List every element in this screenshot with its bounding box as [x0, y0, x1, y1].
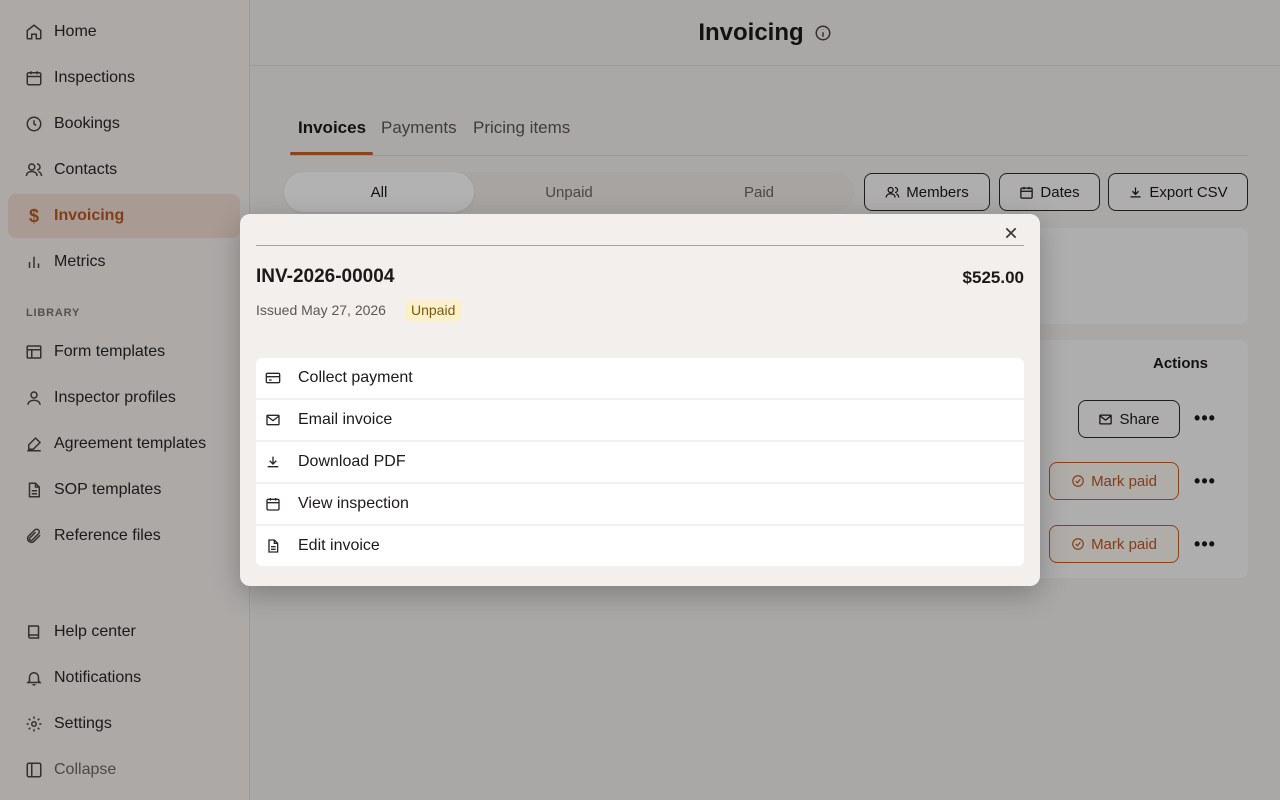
file-text-icon [264, 537, 282, 555]
mail-icon [264, 411, 282, 429]
modal-divider [256, 245, 1024, 246]
calendar-icon [264, 495, 282, 513]
view-inspection-action[interactable]: View inspection [256, 484, 1024, 524]
download-icon [264, 453, 282, 471]
edit-invoice-action[interactable]: Edit invoice [256, 526, 1024, 566]
invoice-action-list: Collect payment Email invoice Download P… [256, 358, 1024, 566]
close-icon [1005, 227, 1017, 239]
invoice-number: INV-2026-00004 [256, 266, 395, 287]
credit-card-icon [264, 369, 282, 387]
close-button[interactable] [1000, 222, 1022, 244]
invoice-actions-modal: INV-2026-00004 $525.00 Issued May 27, 20… [240, 214, 1040, 586]
status-badge: Unpaid [405, 299, 462, 321]
download-pdf-action[interactable]: Download PDF [256, 442, 1024, 482]
issued-date: Issued May 27, 2026 [256, 302, 386, 318]
collect-payment-action[interactable]: Collect payment [256, 358, 1024, 398]
invoice-amount: $525.00 [962, 268, 1024, 287]
email-invoice-action[interactable]: Email invoice [256, 400, 1024, 440]
